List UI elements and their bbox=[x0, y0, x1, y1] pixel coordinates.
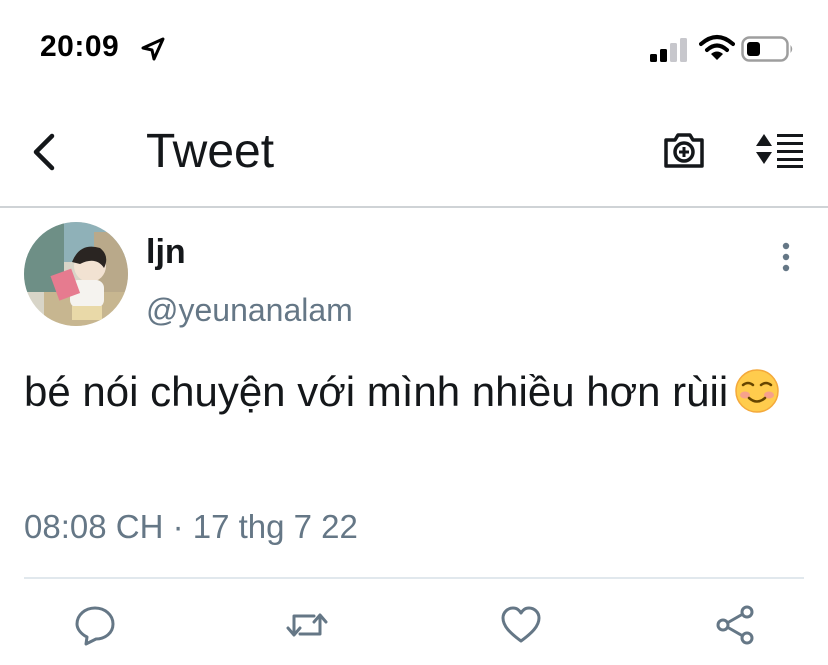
smiling-face-icon bbox=[735, 369, 779, 413]
navigation-header: Tweet bbox=[0, 96, 828, 206]
status-bar: 20:09 bbox=[0, 0, 828, 96]
wifi-icon bbox=[699, 35, 735, 60]
page-title: Tweet bbox=[146, 125, 275, 178]
tweet-body: bé nói chuyện với mình nhiều hơn rùii bbox=[24, 368, 729, 415]
share-icon[interactable] bbox=[714, 604, 756, 646]
reply-icon[interactable] bbox=[74, 604, 116, 646]
avatar[interactable] bbox=[24, 222, 128, 326]
sort-icon[interactable] bbox=[752, 130, 806, 170]
more-options-icon[interactable] bbox=[774, 240, 798, 274]
tweet-timestamp: 08:08 CH · 17 thg 7 22 bbox=[24, 508, 358, 545]
retweet-icon[interactable] bbox=[286, 604, 328, 646]
back-chevron-icon[interactable] bbox=[28, 132, 62, 172]
header-divider bbox=[0, 206, 828, 208]
tweet-text: bé nói chuyện với mình nhiều hơn rùii bbox=[24, 362, 814, 430]
actions-divider bbox=[24, 577, 804, 579]
tweet-author-name[interactable]: ljn bbox=[146, 233, 186, 272]
smiling-face-emoji bbox=[734, 368, 780, 430]
battery-icon bbox=[741, 36, 793, 62]
camera-plus-icon[interactable] bbox=[662, 130, 706, 170]
tweet-author-handle[interactable]: @yeunanalam bbox=[146, 292, 353, 329]
like-icon[interactable] bbox=[500, 604, 542, 646]
location-arrow-icon bbox=[141, 37, 165, 61]
status-time: 20:09 bbox=[40, 30, 120, 63]
signal-icon bbox=[650, 38, 687, 62]
